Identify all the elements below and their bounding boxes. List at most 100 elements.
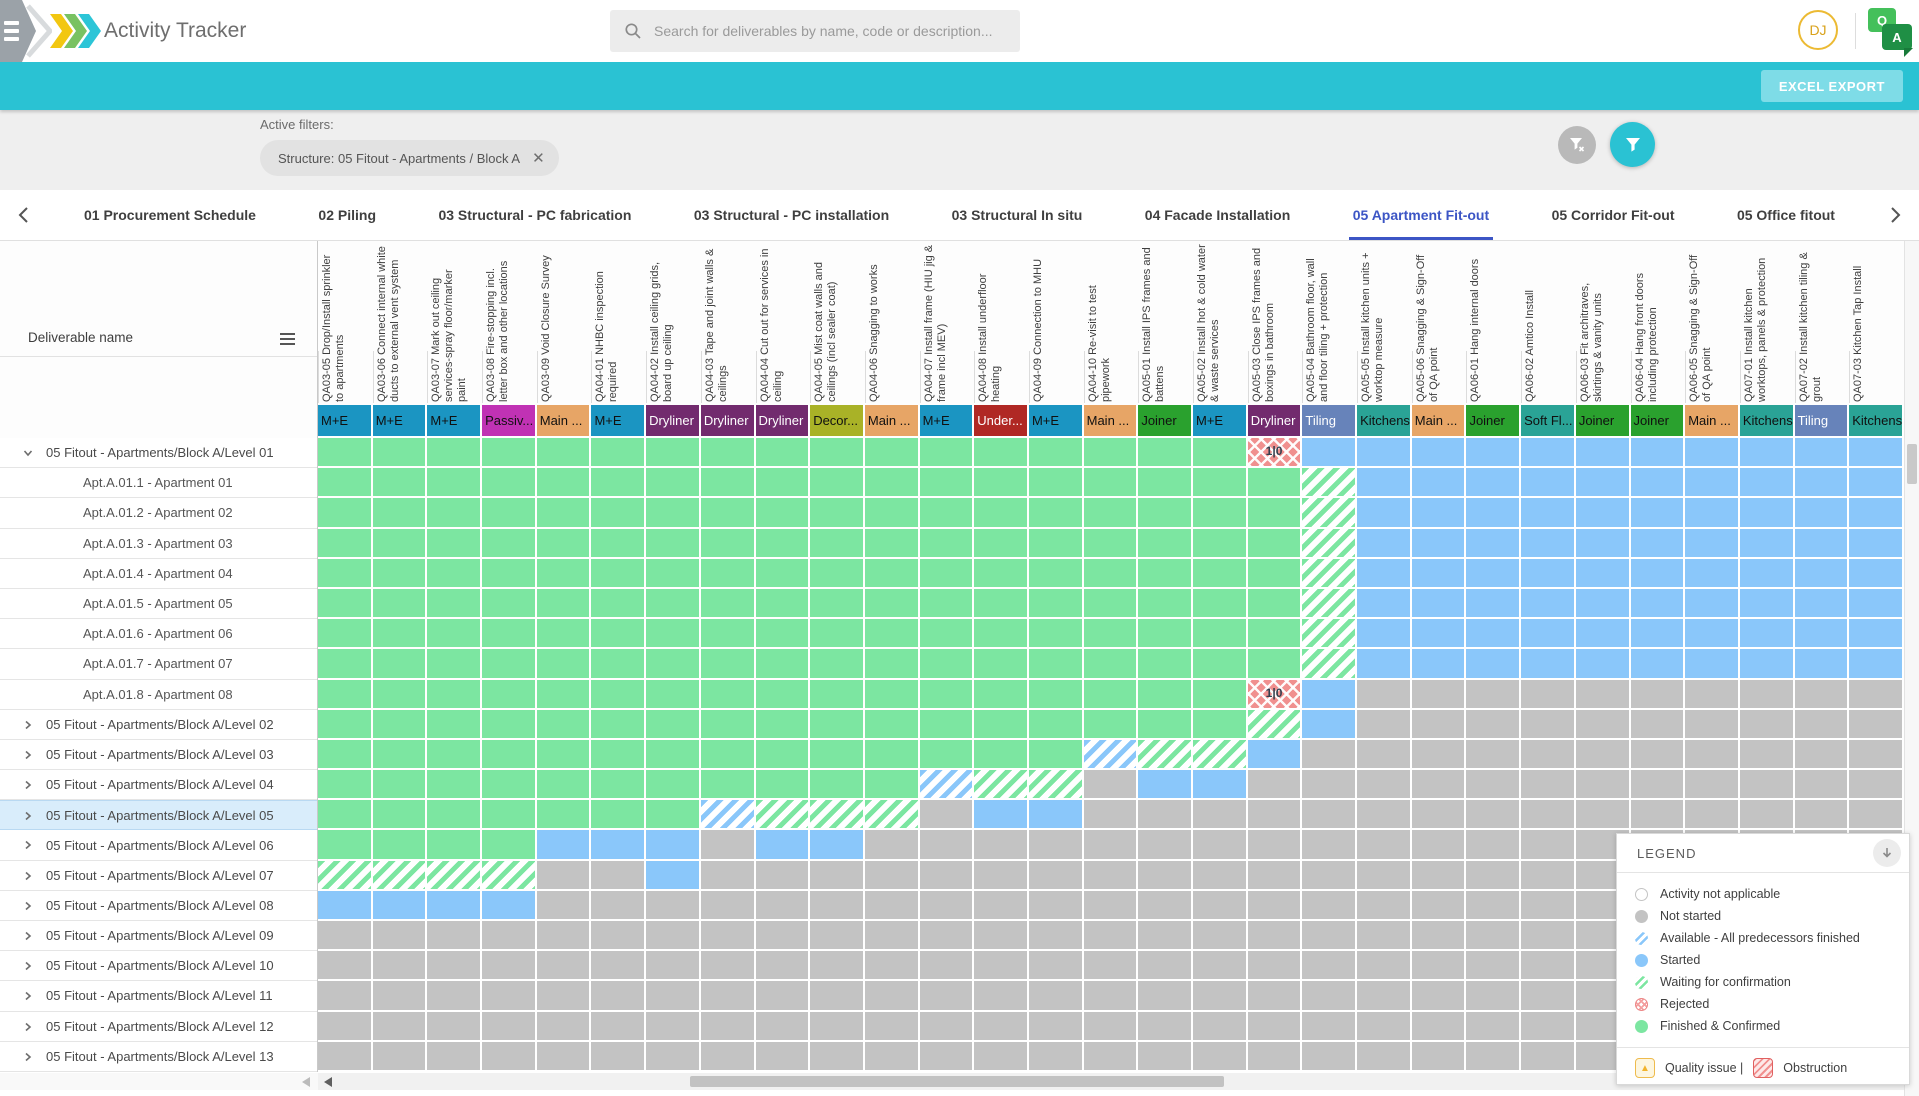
- grid-cell[interactable]: [1849, 438, 1904, 468]
- grid-cell[interactable]: [701, 770, 756, 800]
- grid-cell[interactable]: [1084, 710, 1139, 740]
- grid-cell[interactable]: [1193, 529, 1248, 559]
- grid-cell[interactable]: [1029, 559, 1084, 589]
- grid-cell[interactable]: [427, 891, 482, 921]
- grid-cell[interactable]: [1084, 680, 1139, 710]
- grid-cell[interactable]: [1302, 559, 1357, 589]
- name-panel-scrollbar[interactable]: [0, 1073, 318, 1090]
- grid-cell[interactable]: [1193, 438, 1248, 468]
- grid-cell[interactable]: [1631, 438, 1686, 468]
- grid-cell[interactable]: 1|0: [1248, 438, 1303, 468]
- column-header[interactable]: QA07-01 Install kitchen worktops, panels…: [1740, 240, 1795, 405]
- grid-cell[interactable]: [427, 438, 482, 468]
- horizontal-scrollbar-thumb[interactable]: [690, 1076, 1224, 1087]
- tabs-scroll-right[interactable]: [1873, 190, 1919, 240]
- grid-cell[interactable]: [920, 438, 975, 468]
- grid-cell[interactable]: [373, 951, 428, 981]
- grid-cell[interactable]: [1795, 559, 1850, 589]
- column-header[interactable]: QA04-06 Snagging to works: [865, 240, 920, 405]
- grid-cell[interactable]: [318, 559, 373, 589]
- grid-cell[interactable]: [591, 468, 646, 498]
- grid-cell[interactable]: [1248, 498, 1303, 528]
- grid-cell[interactable]: [646, 438, 701, 468]
- grid-cell[interactable]: 1|0: [1248, 680, 1303, 710]
- grid-cell[interactable]: [1740, 529, 1795, 559]
- grid-cell[interactable]: [1193, 981, 1248, 1011]
- grid-cell[interactable]: [1138, 830, 1193, 860]
- grid-cell[interactable]: [1521, 740, 1576, 770]
- grid-cell[interactable]: [810, 981, 865, 1011]
- grid-cell[interactable]: [810, 589, 865, 619]
- grid-cell[interactable]: [865, 1042, 920, 1072]
- grid-cell[interactable]: [1357, 891, 1412, 921]
- grid-cell[interactable]: [318, 951, 373, 981]
- grid-cell[interactable]: [1631, 468, 1686, 498]
- grid-cell[interactable]: [701, 468, 756, 498]
- grid-cell[interactable]: [373, 649, 428, 679]
- grid-cell[interactable]: [373, 1012, 428, 1042]
- grid-cell[interactable]: [1084, 589, 1139, 619]
- grid-cell[interactable]: [1412, 891, 1467, 921]
- grid-cell[interactable]: [373, 921, 428, 951]
- grid-cell[interactable]: [1248, 981, 1303, 1011]
- row-label[interactable]: 05 Fitout - Apartments/Block A/Level 12: [0, 1012, 317, 1042]
- grid-cell[interactable]: [1466, 589, 1521, 619]
- grid-cell[interactable]: [482, 589, 537, 619]
- grid-cell[interactable]: [1029, 589, 1084, 619]
- grid-cell[interactable]: [1412, 1012, 1467, 1042]
- grid-cell[interactable]: [1849, 498, 1904, 528]
- grid-cell[interactable]: [1138, 710, 1193, 740]
- grid-cell[interactable]: [1138, 1042, 1193, 1072]
- grid-cell[interactable]: [482, 529, 537, 559]
- grid-cell[interactable]: [810, 740, 865, 770]
- tab-4[interactable]: 03 Structural - PC installation: [684, 190, 899, 240]
- grid-cell[interactable]: [591, 800, 646, 830]
- grid-cell[interactable]: [865, 529, 920, 559]
- grid-cell[interactable]: [810, 891, 865, 921]
- grid-cell[interactable]: [591, 710, 646, 740]
- grid-cell[interactable]: [865, 710, 920, 740]
- grid-cell[interactable]: [974, 830, 1029, 860]
- grid-cell[interactable]: [865, 891, 920, 921]
- avatar[interactable]: DJ: [1798, 10, 1838, 50]
- grid-cell[interactable]: [756, 830, 811, 860]
- grid-cell[interactable]: [920, 830, 975, 860]
- grid-cell[interactable]: [1740, 498, 1795, 528]
- column-header[interactable]: QA04-01 NHBC inspection required: [591, 240, 646, 405]
- grid-cell[interactable]: [318, 680, 373, 710]
- grid-cell[interactable]: [974, 498, 1029, 528]
- grid-cell[interactable]: [1631, 710, 1686, 740]
- grid-cell[interactable]: [1302, 981, 1357, 1011]
- grid-cell[interactable]: [974, 800, 1029, 830]
- grid-cell[interactable]: [1631, 498, 1686, 528]
- grid-cell[interactable]: [318, 649, 373, 679]
- grid-cell[interactable]: [1412, 619, 1467, 649]
- grid-cell[interactable]: [974, 468, 1029, 498]
- grid-cell[interactable]: [427, 861, 482, 891]
- row-label[interactable]: Apt.A.01.2 - Apartment 02: [0, 498, 317, 528]
- grid-cell[interactable]: [1029, 921, 1084, 951]
- grid-cell[interactable]: [756, 680, 811, 710]
- column-header[interactable]: QA04-05 Mist coat walls and ceilings (in…: [810, 240, 865, 405]
- grid-cell[interactable]: [1795, 498, 1850, 528]
- row-label[interactable]: 05 Fitout - Apartments/Block A/Level 13: [0, 1042, 317, 1072]
- row-label[interactable]: 05 Fitout - Apartments/Block A/Level 10: [0, 951, 317, 981]
- grid-cell[interactable]: [1357, 649, 1412, 679]
- grid-cell[interactable]: [1795, 710, 1850, 740]
- grid-cell[interactable]: [1412, 951, 1467, 981]
- grid-cell[interactable]: [1248, 830, 1303, 860]
- grid-cell[interactable]: [537, 800, 592, 830]
- column-header[interactable]: QA06-03 Fit architraves, skirtings & van…: [1576, 240, 1631, 405]
- grid-cell[interactable]: [1029, 830, 1084, 860]
- grid-cell[interactable]: [1412, 921, 1467, 951]
- grid-cell[interactable]: [427, 649, 482, 679]
- grid-cell[interactable]: [537, 438, 592, 468]
- grid-cell[interactable]: [1740, 800, 1795, 830]
- column-menu-icon[interactable]: [280, 333, 295, 348]
- grid-cell[interactable]: [1357, 740, 1412, 770]
- grid-cell[interactable]: [1357, 710, 1412, 740]
- row-label[interactable]: 05 Fitout - Apartments/Block A/Level 07: [0, 861, 317, 891]
- grid-cell[interactable]: [756, 1042, 811, 1072]
- grid-cell[interactable]: [920, 710, 975, 740]
- grid-cell[interactable]: [1466, 529, 1521, 559]
